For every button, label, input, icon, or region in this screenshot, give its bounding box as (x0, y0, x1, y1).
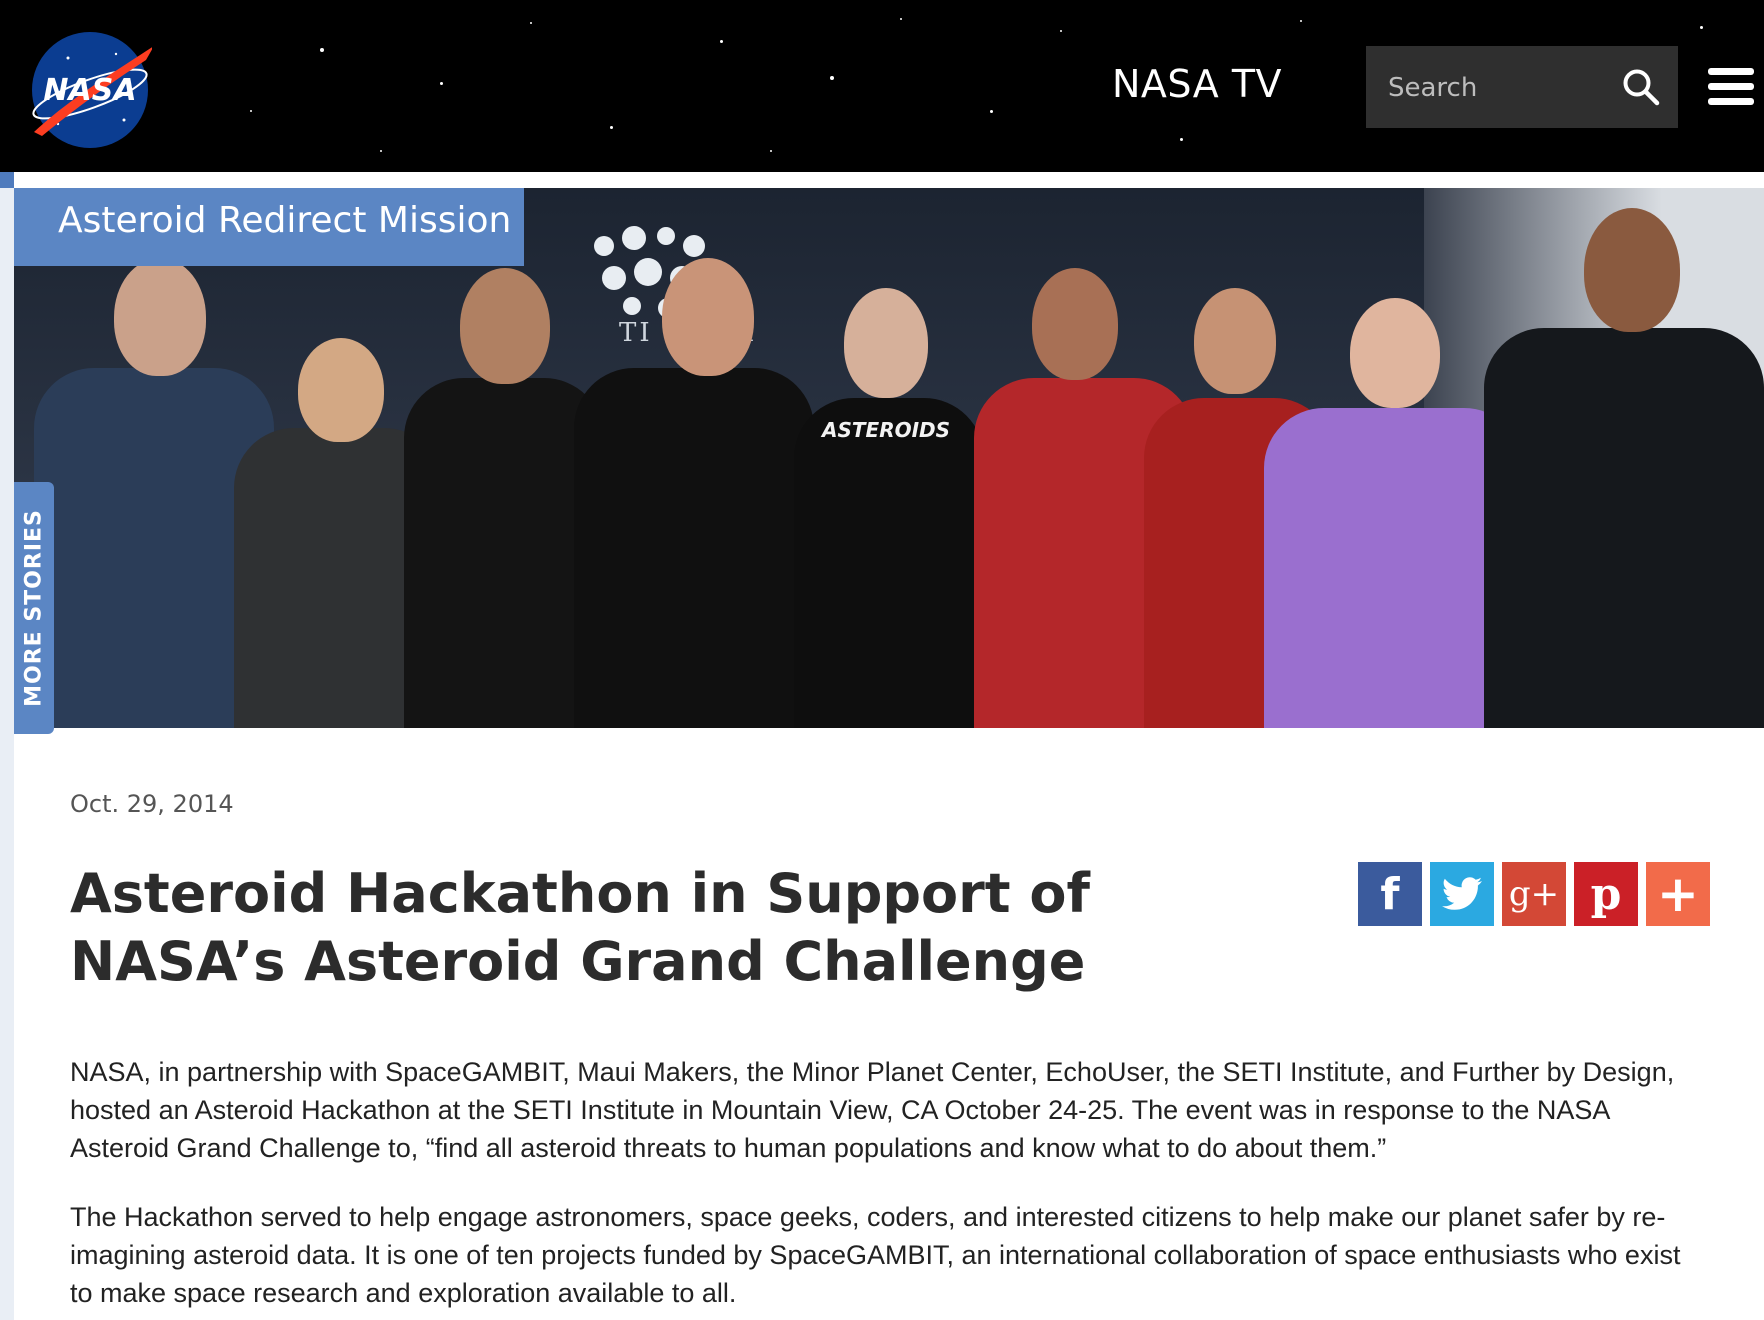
hero-photo: TI INSTI ASTEROIDS (14, 188, 1764, 728)
google-plus-share-button[interactable]: g+ (1502, 862, 1566, 926)
person-5 (794, 288, 984, 728)
nasa-tv-link[interactable]: NASA TV (1112, 62, 1282, 106)
search-input[interactable] (1386, 46, 1610, 130)
pinterest-share-button[interactable]: p (1574, 862, 1638, 926)
twitter-share-button[interactable] (1430, 862, 1494, 926)
more-share-button[interactable]: + (1646, 862, 1710, 926)
google-plus-icon: g+ (1508, 874, 1560, 914)
site-header: NASA NASA TV (0, 0, 1764, 172)
article-date: Oct. 29, 2014 (70, 790, 234, 818)
plus-icon: + (1657, 865, 1699, 923)
hamburger-menu-icon[interactable] (1708, 68, 1754, 106)
pinterest-icon: p (1590, 868, 1622, 920)
search-box (1366, 46, 1678, 130)
article-paragraph: NASA, in partnership with SpaceGAMBIT, M… (70, 1057, 1675, 1163)
more-stories-tab[interactable]: MORE STORIES (14, 482, 54, 734)
nasa-logo-icon[interactable]: NASA (28, 28, 152, 152)
article-title: Asteroid Hackathon in Support of NASA’s … (70, 862, 1090, 993)
search-icon[interactable] (1622, 68, 1660, 106)
category-tab[interactable]: Asteroid Redirect Mission (14, 188, 524, 266)
svg-text:NASA: NASA (43, 73, 136, 108)
facebook-share-button[interactable]: f (1358, 862, 1422, 926)
person-4 (574, 258, 814, 728)
article-paragraph: The Hackathon served to help engage astr… (70, 1202, 1681, 1308)
more-stories-label: MORE STORIES (21, 509, 47, 707)
facebook-icon: f (1380, 868, 1400, 920)
twitter-icon (1442, 877, 1482, 910)
shirt-print: ASTEROIDS (822, 418, 951, 442)
share-buttons: f g+ p + (1358, 862, 1718, 926)
person-9 (1484, 208, 1764, 728)
